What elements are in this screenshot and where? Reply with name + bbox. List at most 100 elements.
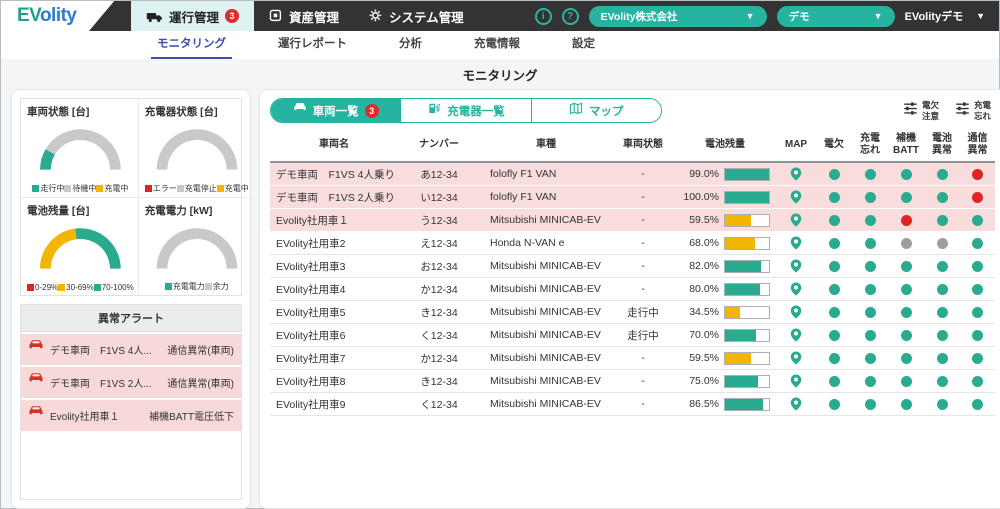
- table-row[interactable]: EVolity社用車7か12-34Mitsubishi MINICAB-EV-5…: [270, 347, 995, 370]
- filter-charge-forgot[interactable]: 充電 忘れ: [955, 100, 991, 120]
- vehicle-name-cell: Evolity社用車１: [270, 213, 398, 228]
- battery-bar-fill: [725, 307, 740, 318]
- charge-forgot-indicator: [852, 284, 888, 295]
- battery-out-indicator: [816, 353, 852, 364]
- alert-row[interactable]: Evolity社用車１補機BATT電圧低下: [21, 400, 241, 431]
- map-pin-cell[interactable]: [776, 259, 816, 273]
- table-row[interactable]: Evolity社用車１う12-34Mitsubishi MINICAB-EV-5…: [270, 209, 995, 232]
- table-row[interactable]: EVolity社用車9く12-34Mitsubishi MINICAB-EV-8…: [270, 393, 995, 416]
- table-row[interactable]: EVolity社用車8き12-34Mitsubishi MINICAB-EV-7…: [270, 370, 995, 393]
- aux-batt-indicator: [888, 238, 924, 249]
- environment-dropdown[interactable]: デモ ▼: [777, 6, 895, 27]
- battery-bar: [724, 260, 770, 273]
- alert-message: 補機BATT電圧低下: [149, 408, 234, 423]
- tab-vehicles[interactable]: 車両一覧3: [271, 99, 401, 122]
- battery-bar-fill: [725, 353, 751, 364]
- charge-forgot-indicator: [852, 399, 888, 410]
- tune-icon: [903, 101, 918, 121]
- legend-swatch: [165, 283, 172, 290]
- legend-label: 70-100%: [102, 283, 134, 292]
- table-row[interactable]: EVolity社用車3お12-34Mitsubishi MINICAB-EV-8…: [270, 255, 995, 278]
- vehicle-table: 車両名ナンバー車種車両状態電池残量MAP電欠充電 忘れ補機 BATT電池 異常通…: [270, 130, 995, 416]
- charge-forgot-indicator: [852, 261, 888, 272]
- subnav-item-charging-info[interactable]: 充電情報: [468, 35, 526, 59]
- battery-out-indicator: [816, 215, 852, 226]
- brand-logo[interactable]: EVolity: [1, 1, 131, 31]
- company-dropdown[interactable]: EVolity株式会社 ▼: [589, 6, 767, 27]
- vehicle-status-cell: -: [612, 191, 674, 203]
- alert-row[interactable]: デモ車両 F1VS 2人...通信異常(車両): [21, 367, 241, 398]
- comm-fault-indicator: [960, 238, 995, 249]
- model-cell: Mitsubishi MINICAB-EV: [480, 352, 612, 364]
- tab-chargers[interactable]: 充電器一覧: [401, 99, 531, 122]
- help-icon[interactable]: ?: [562, 8, 579, 25]
- map-pin-cell[interactable]: [776, 374, 816, 388]
- status-dot: [901, 284, 912, 295]
- subnav-item-analysis[interactable]: 分析: [393, 35, 428, 59]
- gauge-arc: [27, 222, 134, 274]
- map-pin-cell[interactable]: [776, 397, 816, 411]
- legend-label: 余力: [213, 281, 229, 292]
- user-menu[interactable]: EVolityデモ ▼: [905, 8, 985, 24]
- status-dot: [937, 238, 948, 249]
- table-row[interactable]: EVolity社用車4か12-34Mitsubishi MINICAB-EV-8…: [270, 278, 995, 301]
- map-pin-cell[interactable]: [776, 351, 816, 365]
- nav-item-operations[interactable]: 運行管理3: [131, 1, 254, 31]
- vehicle-name-cell: デモ車両 F1VS 4人乗り: [270, 167, 398, 182]
- subnav-item-report[interactable]: 運行レポート: [272, 35, 353, 59]
- status-dot: [972, 399, 983, 410]
- alert-card-title: 異常アラート: [21, 305, 241, 332]
- map-pin-cell[interactable]: [776, 213, 816, 227]
- subnav-item-settings[interactable]: 設定: [566, 35, 601, 59]
- battery-out-indicator: [816, 307, 852, 318]
- table-row[interactable]: EVolity社用車5き12-34Mitsubishi MINICAB-EV走行…: [270, 301, 995, 324]
- legend-label: 待機中: [72, 183, 96, 194]
- nav-item-assets[interactable]: 資産管理: [254, 1, 354, 31]
- map-pin-cell[interactable]: [776, 190, 816, 204]
- gauge-legend: 充電電力余力: [145, 281, 249, 292]
- status-dot: [901, 238, 912, 249]
- status-dot: [901, 330, 912, 341]
- battery-percent: 59.5%: [689, 214, 719, 226]
- status-dot: [829, 307, 840, 318]
- logo-text: EVolity: [17, 5, 77, 27]
- legend-label: 0-29%: [35, 283, 58, 292]
- nav-item-system[interactable]: システム管理: [354, 1, 479, 31]
- map-pin-cell[interactable]: [776, 167, 816, 181]
- battery-percent: 59.5%: [689, 352, 719, 364]
- map-pin-cell[interactable]: [776, 282, 816, 296]
- status-dot: [972, 307, 983, 318]
- column-header: 車両名: [270, 136, 398, 155]
- table-row[interactable]: EVolity社用車2え12-34Honda N-VAN e-68.0%: [270, 232, 995, 255]
- status-dot: [937, 261, 948, 272]
- vehicle-name-cell: EVolity社用車2: [270, 236, 398, 251]
- battery-bar: [724, 168, 770, 181]
- alert-row[interactable]: デモ車両 F1VS 4人...通信異常(車両): [21, 334, 241, 365]
- legend-item: エラー: [145, 183, 177, 194]
- gauge-title: 車両状態 [台]: [27, 104, 134, 119]
- map-pin-cell[interactable]: [776, 328, 816, 342]
- nav-item-label: 資産管理: [289, 7, 339, 26]
- battery-bar-fill: [725, 376, 758, 387]
- comm-fault-indicator: [960, 261, 995, 272]
- table-row[interactable]: デモ車両 F1VS 4人乗りあ12-34folofly F1 VAN-99.0%: [270, 163, 995, 186]
- legend-swatch: [145, 185, 152, 192]
- map-pin-cell[interactable]: [776, 236, 816, 250]
- table-row[interactable]: EVolity社用車6く12-34Mitsubishi MINICAB-EV走行…: [270, 324, 995, 347]
- subnav-item-monitoring[interactable]: モニタリング: [151, 35, 232, 59]
- info-icon[interactable]: i: [535, 8, 552, 25]
- comm-fault-indicator: [960, 169, 995, 180]
- legend-label: 充電電力: [173, 281, 205, 292]
- page-title: モニタリング: [1, 59, 999, 89]
- column-header: 充電 忘れ: [852, 130, 888, 161]
- status-dot: [937, 169, 948, 180]
- main-nav: 運行管理3 資産管理システム管理: [131, 1, 479, 31]
- filter-battery-warning[interactable]: 電欠 注意: [903, 100, 939, 120]
- table-row[interactable]: デモ車両 F1VS 2人乗りい12-34folofly F1 VAN-100.0…: [270, 186, 995, 209]
- aux-batt-indicator: [888, 330, 924, 341]
- tab-map[interactable]: マップ: [532, 99, 661, 122]
- map-pin-cell[interactable]: [776, 305, 816, 319]
- legend-item: 待機中: [64, 183, 96, 194]
- battery-bar-fill: [725, 261, 761, 272]
- model-cell: folofly F1 VAN: [480, 168, 612, 180]
